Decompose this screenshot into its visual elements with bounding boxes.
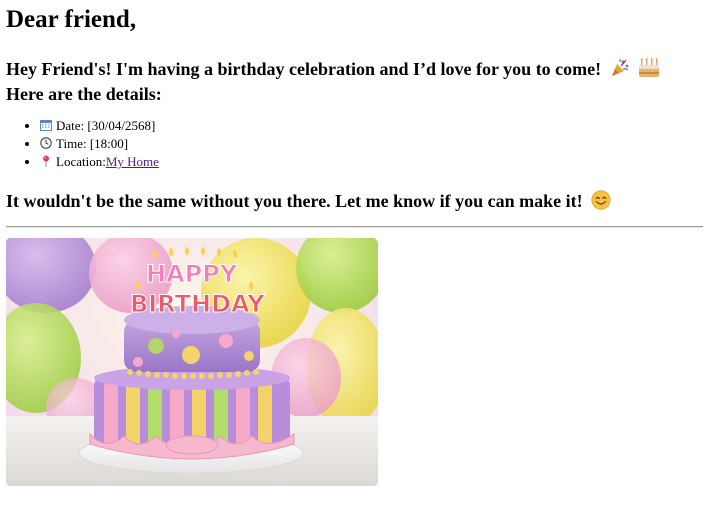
birthday-cake-icon bbox=[638, 58, 660, 83]
invitation-page: Dear friend, Hey Friend's! I'm having a … bbox=[0, 0, 709, 505]
cake-text-top: HAPPY bbox=[146, 260, 238, 288]
intro-line-2: Here are the details: bbox=[6, 84, 162, 104]
closing-text: It wouldn't be the same without you ther… bbox=[6, 191, 583, 211]
date-text: Date: [30/04/2568] bbox=[56, 118, 156, 133]
time-text: Time: [18:00] bbox=[56, 136, 129, 151]
intro-paragraph: Hey Friend's! I'm having a birthday cele… bbox=[6, 58, 703, 105]
list-item-location: Location:My Home bbox=[40, 153, 159, 171]
list-item-date: Date: [30/04/2568] bbox=[40, 117, 159, 135]
location-link[interactable]: My Home bbox=[106, 154, 159, 169]
greeting-heading: Dear friend, bbox=[6, 6, 137, 33]
pushpin-icon bbox=[40, 154, 52, 167]
cake-text-bottom: BIRTHDAY bbox=[130, 290, 265, 318]
list-item-time: Time: [18:00] bbox=[40, 135, 159, 153]
closing-paragraph: It wouldn't be the same without you ther… bbox=[6, 190, 703, 215]
location-prefix: Location: bbox=[56, 154, 106, 169]
birthday-cake-photo: HAPPY BIRTHDAY bbox=[6, 238, 378, 486]
divider bbox=[6, 226, 703, 228]
smiling-face-icon bbox=[591, 190, 611, 215]
details-list: Date: [30/04/2568] Time: [18:00] Locatio… bbox=[6, 117, 159, 171]
party-popper-icon bbox=[610, 58, 630, 83]
calendar-icon bbox=[40, 118, 52, 131]
clock-icon bbox=[40, 136, 52, 149]
intro-line-1: Hey Friend's! I'm having a birthday cele… bbox=[6, 59, 602, 79]
